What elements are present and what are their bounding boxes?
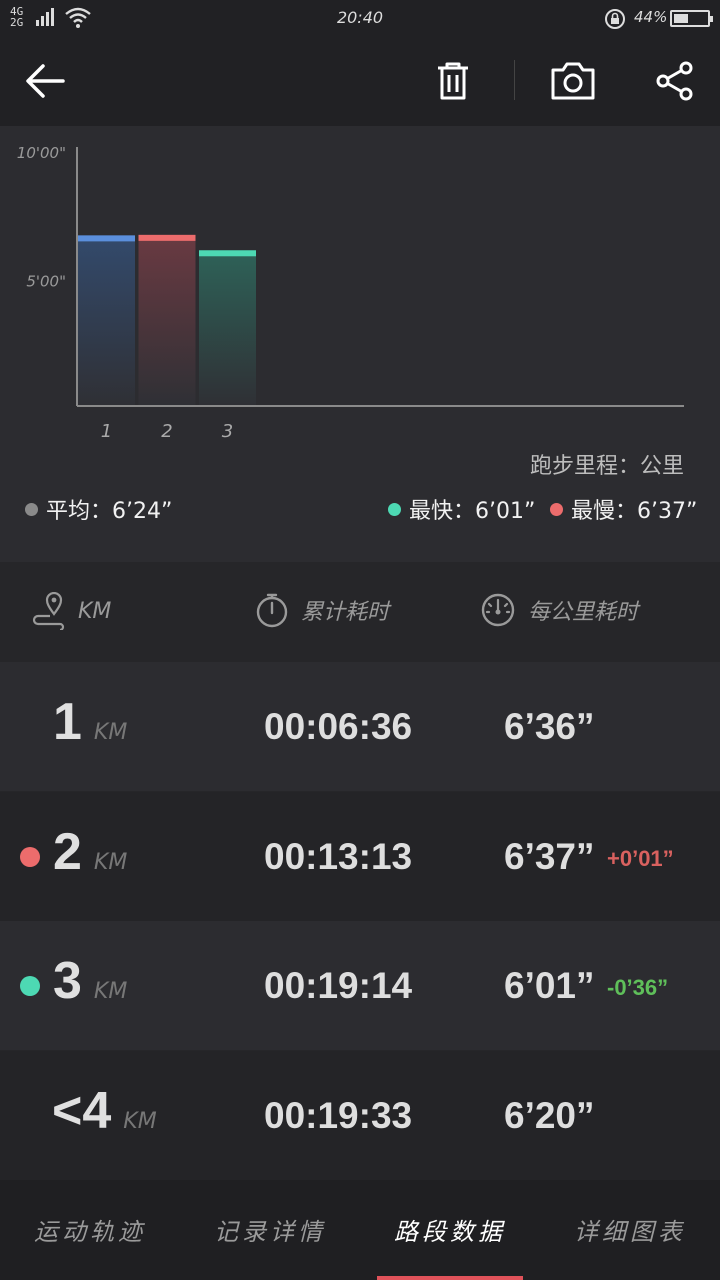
battery-icon (670, 10, 713, 27)
pace-bar-chart: 10'00" 5'00" 1 2 3 (17, 144, 684, 442)
split-pace: 6’20” (504, 1095, 595, 1136)
back-button[interactable] (22, 58, 68, 104)
pace-chart-panel: 10'00" 5'00" 1 2 3 跑步里程：公里 平均：6’24” 最快：6’01… (0, 126, 720, 562)
split-table-header: KM 累计耗时 每公里耗时 (0, 562, 720, 662)
fastest-label: 最快：6’01” (409, 499, 536, 524)
chart-bar-cap-3 (199, 250, 256, 257)
active-tab-indicator (377, 1276, 523, 1280)
split-cumulative-time: 00:06:36 (264, 706, 413, 747)
split-km-unit: KM (93, 850, 128, 875)
distance-unit-label: 跑步里程：公里 (529, 454, 684, 479)
tab-track[interactable]: 运动轨迹 (0, 1212, 180, 1247)
fastest-dot (388, 502, 401, 516)
legend-slowest: 最慢：6’37” (550, 493, 697, 525)
header-km-label: KM (78, 598, 112, 624)
split-marker-dot (20, 847, 40, 867)
split-row[interactable]: 3 KM 00:19:14 6’01” -0’36” (0, 921, 720, 1050)
y-tick-label: 5'00" (26, 273, 66, 291)
split-pace: 6’01” (504, 965, 595, 1006)
slowest-dot (550, 502, 563, 516)
split-cumulative-time: 00:13:13 (264, 836, 413, 877)
toolbar-divider (514, 60, 515, 100)
speedometer-icon (481, 593, 515, 627)
camera-icon (551, 62, 595, 100)
tab-segment-data[interactable]: 路段数据 (360, 1212, 540, 1247)
split-pace: 6’37” (504, 836, 595, 877)
chart-bar-cap-1 (78, 235, 135, 242)
header-cumulative-label: 累计耗时 (301, 600, 390, 625)
split-row[interactable]: 1 KM 00:06:36 6’36” (0, 662, 720, 791)
header-per-km-label: 每公里耗时 (528, 600, 639, 625)
split-marker-dot (20, 976, 40, 996)
chart-bar-cap-2 (138, 234, 196, 241)
back-arrow-icon (26, 64, 65, 98)
split-row[interactable]: <4 KM 00:19:33 6’20” (0, 1051, 720, 1180)
split-km: <4 KM (52, 1081, 157, 1141)
split-km-unit: KM (93, 720, 128, 745)
split-cumulative-time: 00:19:33 (264, 1095, 413, 1136)
split-pace-diff: -0’36” (607, 975, 669, 1000)
split-km-number: 3 (53, 952, 82, 1010)
split-km-number: <4 (52, 1082, 112, 1140)
header-cumulative: 累计耗时 (255, 592, 389, 628)
chart-bar-1 (78, 235, 135, 405)
x-tick-label: 2 (161, 421, 172, 442)
route-pin-icon (32, 592, 65, 630)
split-km-number: 1 (53, 693, 82, 751)
bottom-tab-bar: 运动轨迹 记录详情 路段数据 详细图表 (0, 1180, 720, 1280)
split-km-unit: KM (93, 979, 128, 1004)
tab-record-details[interactable]: 记录详情 (180, 1212, 360, 1247)
slowest-label: 最慢：6’37” (571, 499, 698, 524)
split-km: 2 KM (53, 822, 127, 882)
legend-fastest: 最快：6’01” (388, 493, 535, 525)
x-tick-label: 3 (222, 421, 233, 442)
battery-tip (710, 16, 713, 22)
average-label: 平均：6’24” (46, 499, 173, 524)
split-pace: 6’36” (504, 706, 595, 747)
battery-percent: 44% (634, 8, 668, 26)
chart-bar-2 (138, 234, 196, 405)
average-dot (25, 502, 38, 516)
battery-level (674, 14, 689, 23)
status-bar: 4G 2G 20:40 44% (0, 0, 720, 36)
header-km: KM (30, 592, 111, 630)
split-cumulative-time: 00:19:14 (264, 965, 413, 1006)
delete-button[interactable] (430, 58, 476, 104)
split-km: 3 KM (53, 951, 127, 1011)
stopwatch-icon (256, 593, 288, 628)
legend-average: 平均：6’24” (25, 493, 172, 525)
split-km: 1 KM (53, 692, 127, 752)
split-km-number: 2 (53, 823, 82, 881)
app-bar (0, 36, 720, 126)
share-button[interactable] (652, 58, 698, 104)
x-tick-label: 1 (101, 421, 112, 442)
rotation-lock-icon (605, 9, 625, 29)
header-per-km: 每公里耗时 (480, 592, 638, 628)
split-pace-diff: +0’01” (607, 846, 674, 871)
camera-button[interactable] (550, 58, 596, 104)
tab-detailed-charts[interactable]: 详细图表 (540, 1212, 720, 1247)
y-tick-label: 10'00" (17, 144, 66, 162)
split-row[interactable]: 2 KM 00:13:13 6’37” +0’01” (0, 792, 720, 921)
share-icon (656, 61, 693, 101)
split-km-unit: KM (123, 1109, 157, 1134)
chart-bar-3 (199, 250, 256, 405)
trash-icon (438, 62, 468, 100)
